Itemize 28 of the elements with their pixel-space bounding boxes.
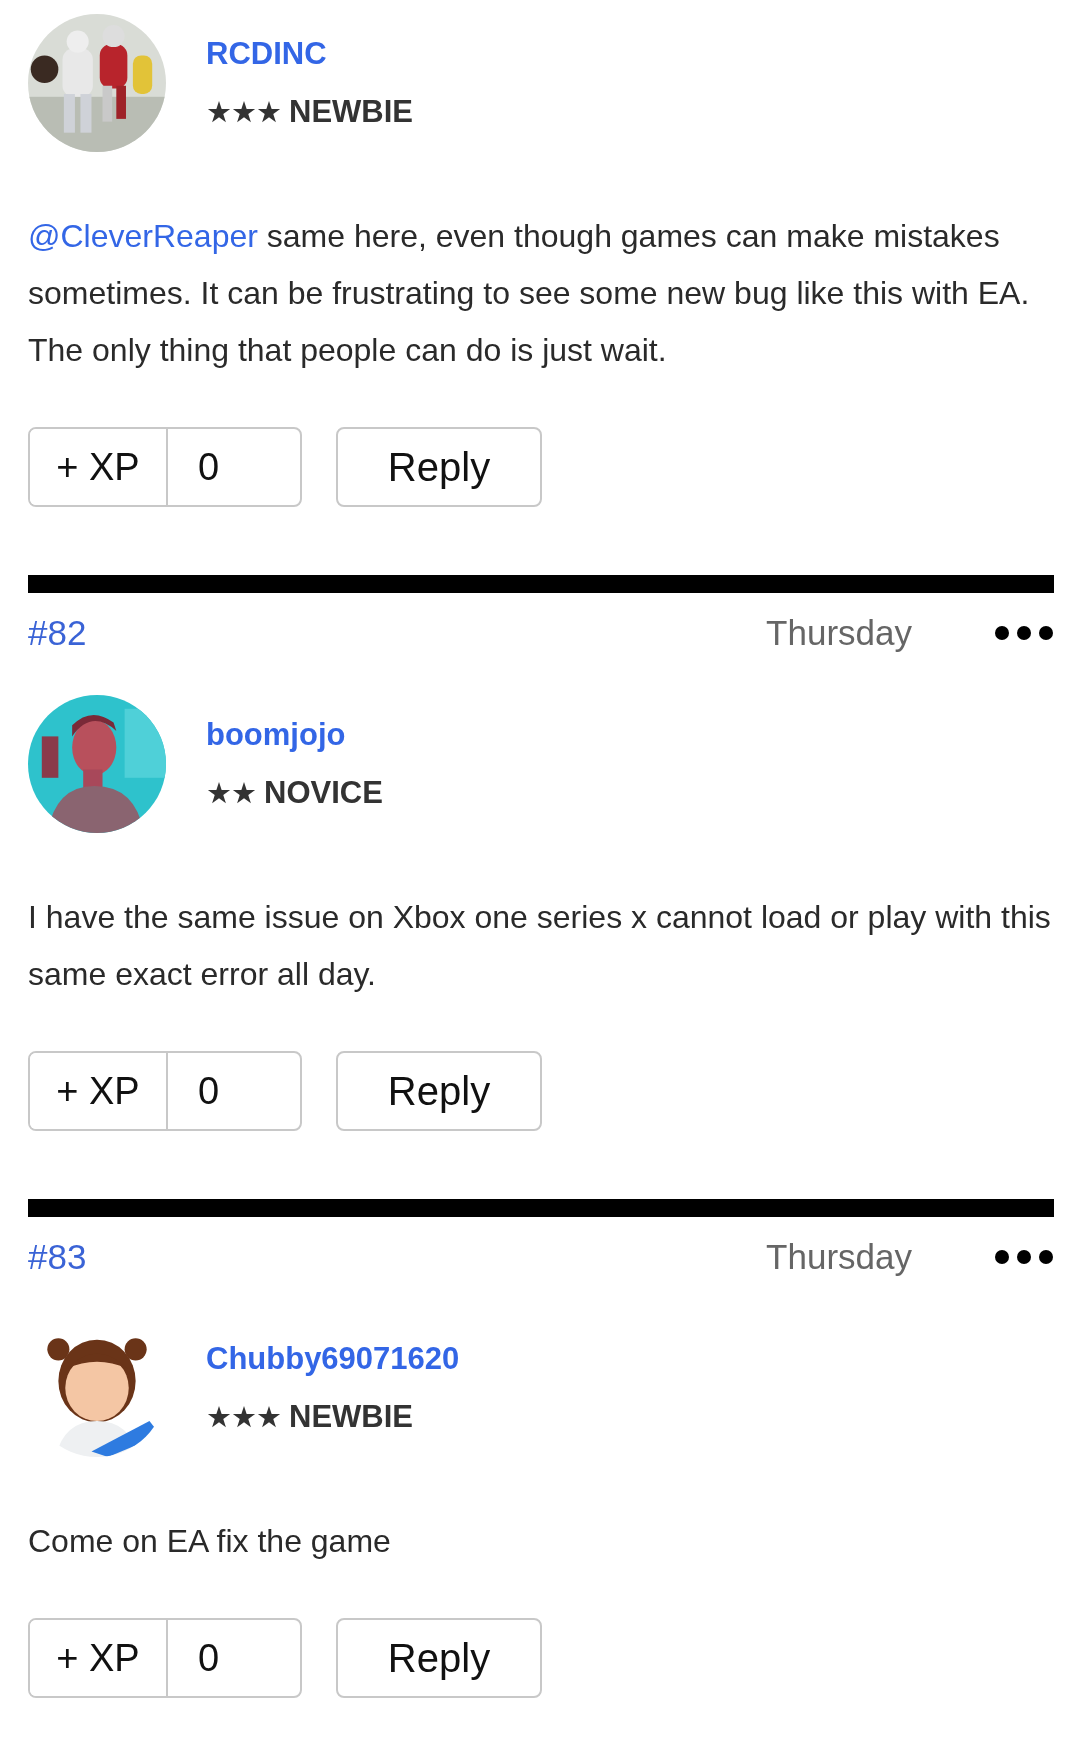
username[interactable]: RCDINC xyxy=(206,36,413,72)
add-xp-button[interactable]: + XP xyxy=(30,1620,168,1696)
post-date: Thursday xyxy=(766,1237,912,1277)
add-xp-button[interactable]: + XP xyxy=(30,429,168,505)
post-number[interactable]: #83 xyxy=(28,1237,87,1277)
more-options-icon[interactable] xyxy=(994,625,1054,641)
rank-label: NEWBIE xyxy=(289,94,413,130)
post-text: I have the same issue on Xbox one series x cannot load or play with this same exact error all day. xyxy=(28,898,1052,994)
rank-stars: ★★★ xyxy=(206,95,281,129)
reply-button[interactable]: Reply xyxy=(336,1618,542,1698)
xp-count: 0 xyxy=(197,1635,221,1681)
username[interactable]: boomjojo xyxy=(206,717,383,753)
post-date: Thursday xyxy=(766,613,912,653)
xp-count: 0 xyxy=(197,1068,221,1114)
xp-count: 0 xyxy=(197,444,221,490)
post-text: @CleverReaper same here, even though games can make mistakes sometimes. It can be frustrating to see some new bug like this with EA. The only thing that people can do is just wait. xyxy=(28,217,1031,370)
post-number[interactable]: #82 xyxy=(28,613,87,653)
post-text: Come on EA fix the game xyxy=(28,1522,392,1561)
rank-stars: ★★ xyxy=(206,776,256,810)
reply-button[interactable]: Reply xyxy=(336,427,542,507)
username[interactable]: Chubby69071620 xyxy=(206,1341,460,1377)
rank-label: NOVICE xyxy=(264,775,383,811)
rank-stars: ★★★ xyxy=(206,1400,281,1434)
reply-button[interactable]: Reply xyxy=(336,1051,542,1131)
rank-label: NEWBIE xyxy=(289,1399,413,1435)
add-xp-button[interactable]: + XP xyxy=(30,1053,168,1129)
more-options-icon[interactable] xyxy=(994,1249,1054,1265)
mention-link[interactable]: @CleverReaper xyxy=(28,218,258,254)
